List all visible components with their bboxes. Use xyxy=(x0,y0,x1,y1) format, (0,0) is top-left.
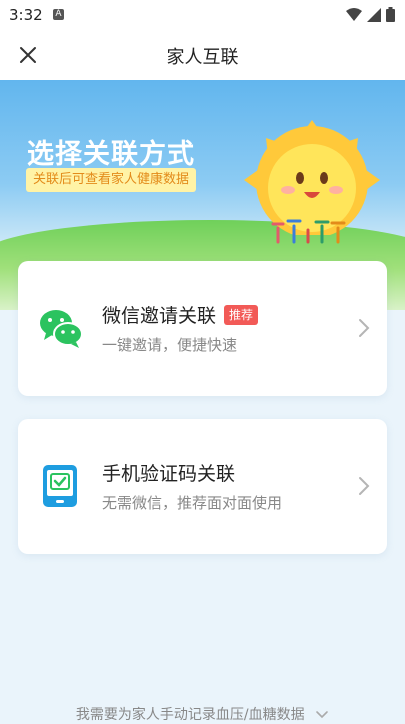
manual-record-link-text: 我需要为家人手动记录血压/血糖数据 xyxy=(75,707,305,723)
system-icons xyxy=(346,7,395,22)
status-bar: 3:32 A xyxy=(0,0,405,30)
phone-verify-card[interactable]: 手机验证码关联 无需微信，推荐面对面使用 xyxy=(18,419,387,554)
wechat-option-title-text: 微信邀请关联 xyxy=(102,305,217,327)
hero-headline: 选择关联方式 xyxy=(27,139,195,170)
recommend-badge: 推荐 xyxy=(224,305,259,325)
page-title: 家人互联 xyxy=(166,47,239,68)
phone-option-subtitle: 无需微信，推荐面对面使用 xyxy=(102,494,283,512)
hero-subtitle-tag: 关联后可查看家人健康数据 xyxy=(26,168,197,192)
title-bar: 家人互联 xyxy=(0,30,405,80)
wechat-icon xyxy=(40,310,83,348)
battery-icon xyxy=(386,7,395,22)
wechat-invite-card[interactable]: 微信邀请关联 推荐 一键邀请，便捷快速 xyxy=(18,261,387,396)
wechat-option-title: 微信邀请关联 推荐 xyxy=(102,301,259,328)
manual-record-link[interactable]: 我需要为家人手动记录血压/血糖数据 xyxy=(0,704,405,724)
signal-icon xyxy=(367,7,381,22)
family-figures-illustration xyxy=(271,219,346,244)
wifi-icon xyxy=(346,7,362,21)
phone-verify-icon xyxy=(43,465,77,507)
chevron-right-icon xyxy=(359,319,370,337)
wechat-option-subtitle: 一键邀请，便捷快速 xyxy=(102,336,238,354)
chevron-down-icon xyxy=(316,711,328,719)
status-time: 3:32 xyxy=(9,6,43,24)
chevron-right-icon xyxy=(359,477,370,495)
phone-option-title: 手机验证码关联 xyxy=(102,463,236,485)
notification-a-icon: A xyxy=(53,9,64,20)
